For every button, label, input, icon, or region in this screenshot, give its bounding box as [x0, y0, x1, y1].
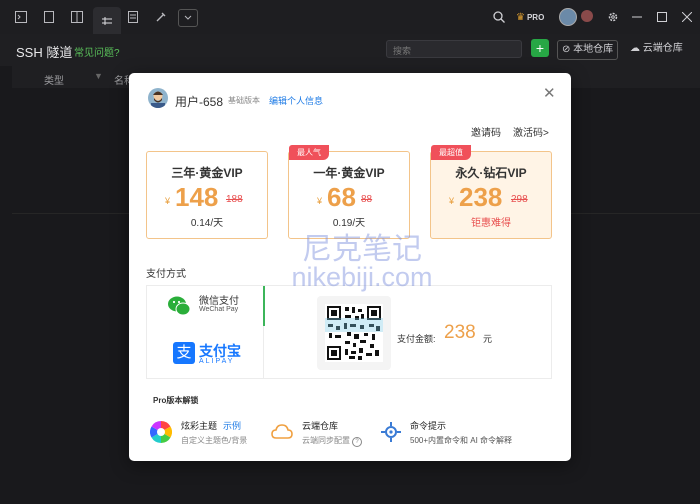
original-price: 188	[226, 194, 243, 205]
avatar	[148, 88, 168, 108]
plan-badge: 最人气	[289, 145, 329, 160]
crown-icon: ♛	[516, 11, 525, 23]
feature-title: 炫彩主题	[181, 421, 218, 431]
search-input[interactable]: 搜索	[386, 40, 522, 58]
currency-symbol: ¥	[317, 196, 323, 206]
alipay-sublabel: ALIPAY	[199, 358, 235, 365]
wechat-pay-label: 微信支付	[199, 296, 239, 307]
cloud-icon	[271, 421, 293, 443]
watermark-line-2: nikebiji.com	[291, 262, 433, 292]
feature-command-hint: 命令提示	[410, 421, 447, 431]
title-bar: ♛ PRO	[0, 0, 700, 34]
plan-price: 238	[459, 182, 503, 212]
feature-theme: 炫彩主题 示例	[181, 419, 241, 432]
maximize-icon[interactable]	[651, 7, 673, 27]
plan-name: 一年·黄金VIP	[313, 166, 385, 180]
tunnel-icon[interactable]	[93, 7, 121, 34]
user-avatar[interactable]	[559, 8, 577, 26]
layout-icon[interactable]	[66, 7, 88, 27]
alipay-icon: 支	[173, 342, 195, 364]
tools-icon[interactable]	[150, 7, 172, 27]
unlock-title: Pro版本解锁	[153, 396, 199, 405]
pro-badge[interactable]: ♛ PRO	[516, 10, 544, 24]
username: 用户-658	[175, 95, 224, 109]
notification-icon[interactable]	[581, 10, 593, 22]
cloud-repo-button[interactable]: ☁ 云端仓库	[626, 40, 687, 58]
close-window-icon[interactable]	[676, 7, 698, 27]
currency-symbol: ¥	[165, 196, 171, 206]
plan-name: 三年·黄金VIP	[171, 166, 243, 180]
alipay-option[interactable]: 支 支付宝 ALIPAY	[173, 342, 259, 370]
add-button[interactable]: +	[531, 39, 549, 57]
close-icon[interactable]: ✕	[543, 84, 556, 102]
pro-badge-label: PRO	[526, 12, 545, 22]
list-icon[interactable]	[122, 7, 144, 27]
cloud-repo-label: 云端仓库	[642, 43, 683, 54]
plan-price: 148	[175, 182, 219, 212]
file-icon[interactable]	[38, 7, 60, 27]
palette-icon	[150, 421, 172, 443]
feature-desc: 500+内置命令和 AI 命令解释	[410, 436, 513, 445]
help-icon[interactable]: ?	[352, 437, 362, 447]
currency-symbol: ¥	[449, 196, 455, 206]
qr-code	[317, 296, 391, 370]
page-title: SSH 隧道	[16, 45, 73, 60]
feature-cloud-repo: 云端仓库	[302, 421, 339, 431]
chevron-down-icon[interactable]	[178, 9, 198, 27]
local-repo-button[interactable]: ⊘ 本地仓库	[557, 40, 619, 60]
feature-desc: 云端同步配置?	[302, 435, 362, 447]
feature-desc: 自定义主题色/背景	[181, 436, 248, 445]
edit-profile-link[interactable]: 编辑个人信息	[269, 94, 323, 107]
wechat-icon	[167, 294, 191, 318]
feature-desc-text: 云端同步配置	[302, 436, 350, 445]
search-icon[interactable]	[488, 7, 510, 27]
wechat-pay-sublabel: WeChat Pay	[199, 306, 239, 313]
cloud-icon: ☁	[630, 43, 640, 54]
command-hint-icon	[380, 421, 402, 443]
plan-name: 永久·钻石VIP	[455, 166, 527, 180]
example-link[interactable]: 示例	[223, 421, 241, 431]
payment-amount: 238	[444, 322, 476, 343]
original-price: 88	[361, 194, 373, 205]
activation-code-link[interactable]: 激活码>	[513, 124, 549, 139]
payment-amount-label: 支付金额:	[397, 334, 436, 344]
invite-code-link[interactable]: 邀请码	[471, 124, 501, 139]
terminal-icon[interactable]	[10, 7, 32, 27]
plan-price: 68	[327, 182, 356, 212]
payment-box: 微信支付 WeChat Pay 支 支付宝 ALIPAY 支付金额: 238 元	[146, 285, 552, 379]
faq-link[interactable]: 常见问题?	[74, 44, 120, 59]
original-price: 298	[511, 194, 528, 205]
plan-badge: 最超值	[431, 145, 471, 160]
local-repo-label: 本地仓库	[573, 44, 614, 55]
payment-amount-unit: 元	[483, 334, 493, 344]
wechat-pay-option[interactable]: 微信支付 WeChat Pay	[167, 292, 257, 322]
edition-label: 基础版本	[228, 96, 260, 105]
gear-icon[interactable]	[602, 7, 624, 27]
minimize-icon[interactable]	[626, 7, 648, 27]
repo-icon: ⊘	[562, 44, 571, 55]
